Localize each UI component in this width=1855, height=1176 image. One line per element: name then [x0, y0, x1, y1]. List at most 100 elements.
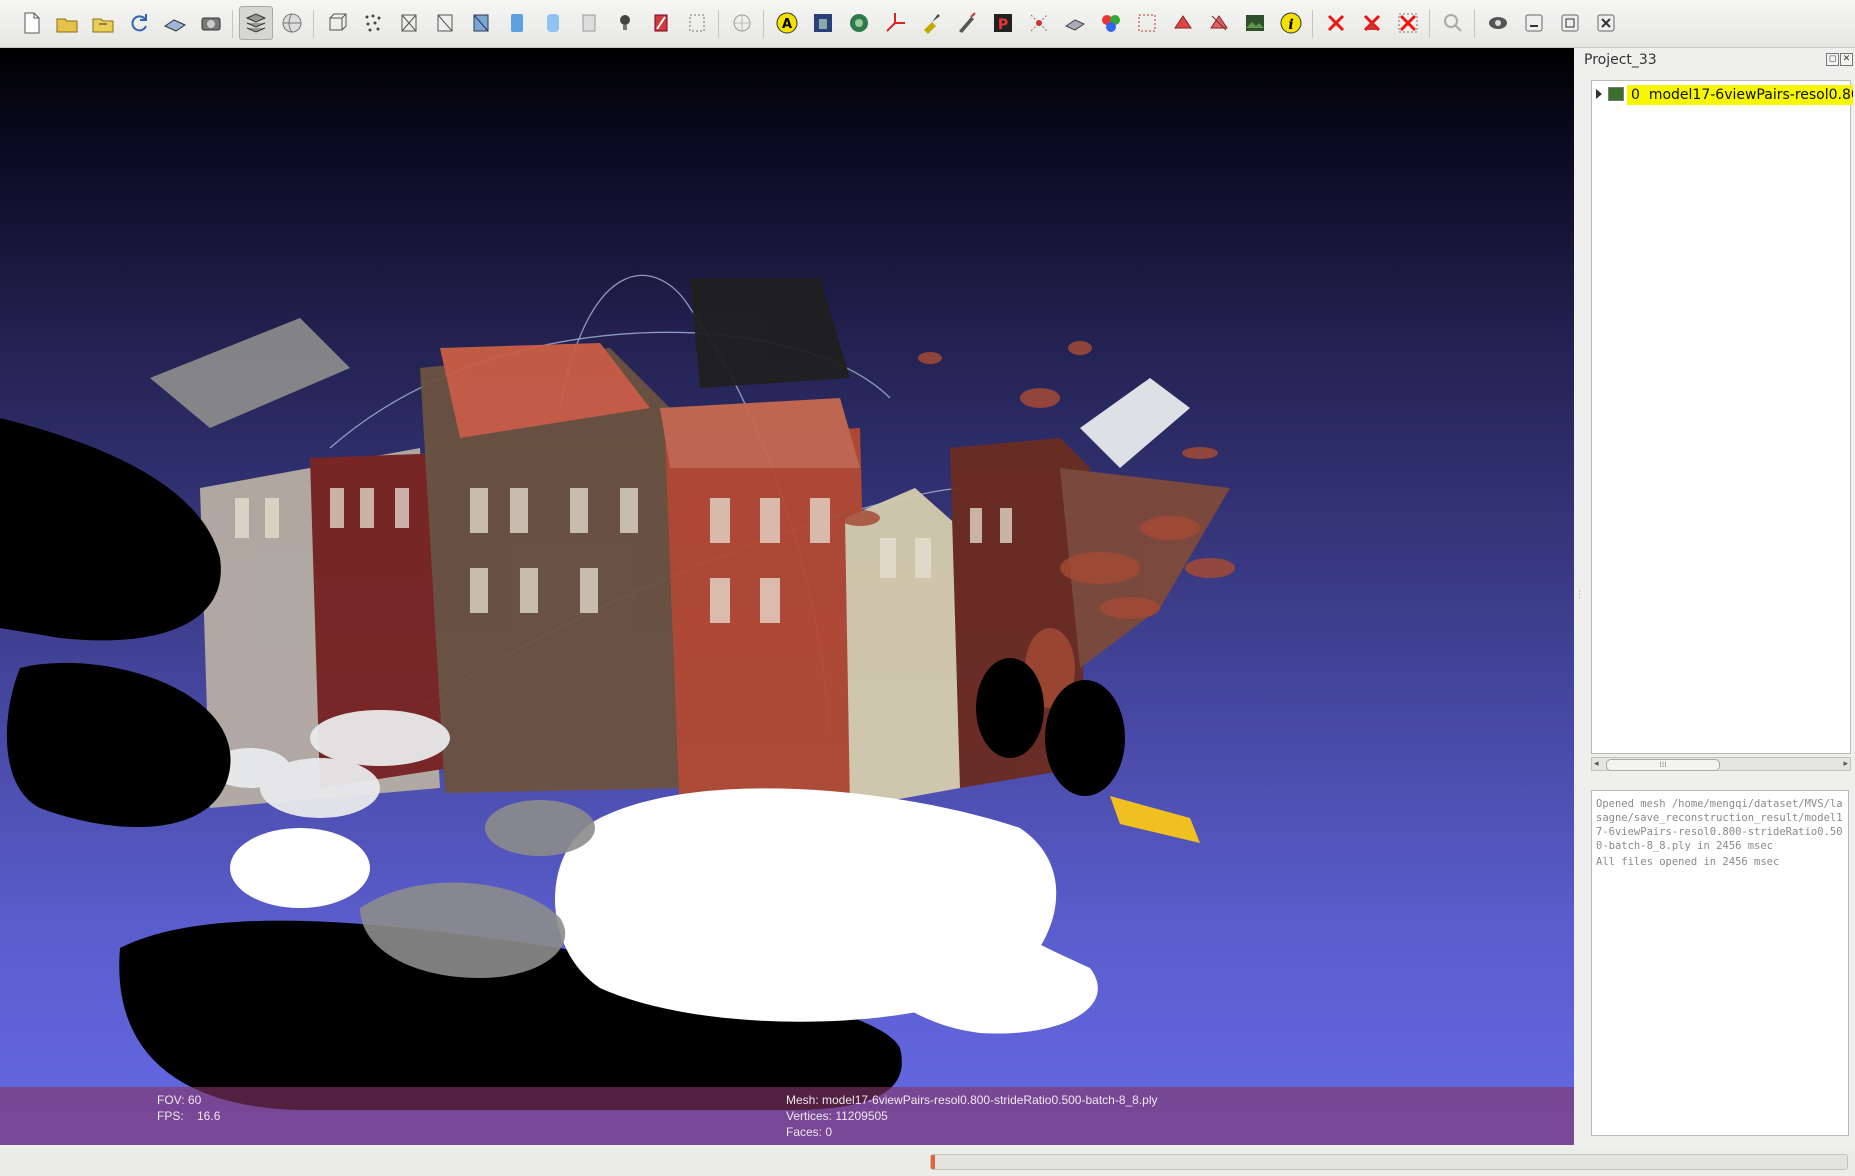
info-icon	[814, 14, 832, 32]
scroll-right-icon[interactable]: ▸	[1843, 758, 1848, 770]
view-mode-button[interactable]	[1481, 6, 1515, 40]
vertices-readout: Vertices: 11209505	[786, 1109, 888, 1123]
color-map-button[interactable]	[1094, 6, 1128, 40]
mesh-name-readout: Mesh: model17-6viewPairs-resol0.800-stri…	[786, 1093, 1158, 1107]
brush-button[interactable]	[950, 6, 984, 40]
window-min-button[interactable]	[1517, 6, 1551, 40]
dock-splitter[interactable]: ⋮	[1575, 590, 1584, 604]
eye-visibility-icon[interactable]	[1608, 87, 1624, 101]
color-button[interactable]	[644, 6, 678, 40]
axes-button[interactable]	[878, 6, 912, 40]
search-icon	[1444, 14, 1462, 32]
layer-index: 0	[1631, 87, 1640, 103]
hidden-lines-button[interactable]	[428, 6, 462, 40]
dock-float-button[interactable]: ◻	[1826, 53, 1839, 66]
info-circle-button[interactable]: i	[1274, 6, 1308, 40]
selection-button[interactable]	[680, 6, 714, 40]
svg-text:P: P	[998, 17, 1008, 33]
sphere-view-icon	[282, 13, 302, 33]
new-file-button[interactable]	[14, 6, 48, 40]
window-close-icon	[1597, 14, 1615, 32]
reload-button[interactable]	[122, 6, 156, 40]
select-faces-icon	[1174, 15, 1192, 29]
annotation-button[interactable]: A	[770, 6, 804, 40]
scrollbar-thumb[interactable]: ⁞⁞⁞	[1606, 759, 1720, 771]
toolbar-separator	[1474, 10, 1475, 38]
trackball-icon	[733, 14, 751, 32]
axes-icon	[886, 13, 905, 32]
filter-image-icon	[1246, 15, 1264, 31]
fps-readout: FPS: 16.6	[157, 1109, 221, 1123]
wireframe-button[interactable]	[392, 6, 426, 40]
scroll-left-icon[interactable]: ◂	[1594, 758, 1599, 770]
trackball-button[interactable]	[725, 6, 759, 40]
project-title: Project_33	[1584, 52, 1657, 68]
bounding-box-button[interactable]	[320, 6, 354, 40]
open-project-icon	[56, 18, 78, 33]
camera-icon	[201, 17, 221, 31]
project-dock: Project_33 ◻ ✕ 0 model17-6viewPairs-reso…	[1580, 48, 1855, 1146]
select-faces-button[interactable]	[1166, 6, 1200, 40]
delete-faces-button[interactable]	[1355, 6, 1389, 40]
svg-text:A: A	[782, 17, 792, 32]
reload-icon	[131, 14, 147, 32]
layer-stack-button[interactable]	[239, 6, 273, 40]
toolbar-separator	[232, 10, 233, 38]
log-panel: Opened mesh /home/mengqi/dataset/MVS/las…	[1591, 790, 1849, 1136]
layer-label[interactable]: 0 model17-6viewPairs-resol0.800	[1627, 85, 1853, 105]
flat-lines-button[interactable]	[464, 6, 498, 40]
filter-image-button[interactable]	[1238, 6, 1272, 40]
selection-icon	[689, 14, 705, 32]
window-restore-button[interactable]	[1553, 6, 1587, 40]
delete-vertices-button[interactable]	[1319, 6, 1353, 40]
progress-fill	[931, 1155, 935, 1169]
select-vertices-icon	[1138, 14, 1156, 32]
search-button[interactable]	[1436, 6, 1470, 40]
dock-close-button[interactable]: ✕	[1840, 53, 1853, 66]
toolbar-separator	[718, 10, 719, 38]
bounding-box-icon	[329, 13, 347, 31]
window-close-button[interactable]	[1589, 6, 1623, 40]
measure-button[interactable]	[842, 6, 876, 40]
open-project-button[interactable]	[50, 6, 84, 40]
toolbar-separator	[313, 10, 314, 38]
new-file-icon	[24, 12, 40, 34]
layer-row[interactable]: 0 model17-6viewPairs-resol0.800	[1594, 85, 1853, 105]
delete-selection-icon	[1398, 13, 1418, 33]
deselect-icon	[1210, 15, 1228, 31]
progress-bar	[930, 1154, 1848, 1170]
layer-stack-icon	[245, 13, 267, 33]
info-button[interactable]	[806, 6, 840, 40]
3d-viewport[interactable]: FOV: 60 FPS: 16.6 Mesh: model17-6viewPai…	[0, 48, 1574, 1145]
fov-readout: FOV: 60	[157, 1093, 202, 1107]
align-button[interactable]	[1022, 6, 1056, 40]
smooth-icon	[547, 14, 559, 32]
log-line: Opened mesh /home/mengqi/dataset/MVS/las…	[1596, 798, 1843, 852]
svg-text:i: i	[1288, 17, 1293, 33]
save-snapshot-icon	[163, 19, 187, 32]
rasterize-button[interactable]	[1058, 6, 1092, 40]
flat-icon	[511, 14, 523, 32]
annotation-icon: A	[776, 12, 798, 34]
layer-horizontal-scrollbar[interactable]: ◂ ⁞⁞⁞ ▸	[1591, 757, 1851, 771]
delete-selection-button[interactable]	[1391, 6, 1425, 40]
paint-icon	[924, 14, 940, 34]
texture-button[interactable]	[572, 6, 606, 40]
open-mesh-button[interactable]	[86, 6, 120, 40]
light-button[interactable]	[608, 6, 642, 40]
paint-button[interactable]	[914, 6, 948, 40]
texture-icon	[582, 14, 596, 32]
toolbar-separator	[1429, 10, 1430, 38]
sphere-view-button[interactable]	[275, 6, 309, 40]
save-snapshot-button[interactable]	[158, 6, 192, 40]
select-vertices-button[interactable]	[1130, 6, 1164, 40]
window-restore-icon	[1561, 14, 1579, 32]
deselect-button[interactable]	[1202, 6, 1236, 40]
pickpoints-button[interactable]: P	[986, 6, 1020, 40]
camera-button[interactable]	[194, 6, 228, 40]
status-bar	[0, 1149, 1855, 1176]
expand-arrow-icon[interactable]	[1596, 89, 1602, 99]
smooth-button[interactable]	[536, 6, 570, 40]
points-button[interactable]	[356, 6, 390, 40]
flat-button[interactable]	[500, 6, 534, 40]
